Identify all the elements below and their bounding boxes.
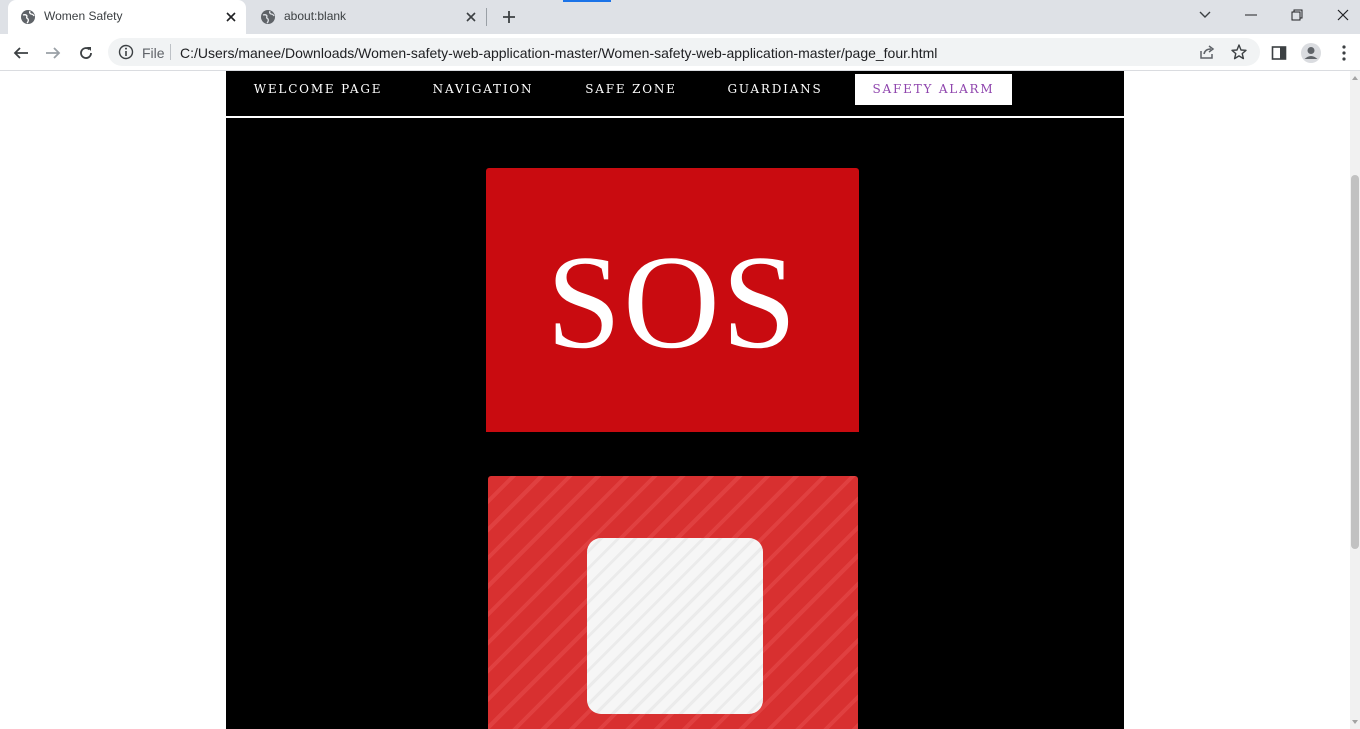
- page-viewport: WELCOME PAGE NAVIGATION SAFE ZONE GUARDI…: [0, 71, 1350, 729]
- vertical-scrollbar[interactable]: [1350, 71, 1360, 729]
- restore-icon[interactable]: [1274, 0, 1320, 30]
- sos-button[interactable]: SOS: [486, 168, 859, 432]
- scroll-down-arrow[interactable]: [1352, 720, 1358, 724]
- stop-icon: [587, 538, 763, 714]
- tab-women-safety[interactable]: Women Safety: [8, 0, 246, 34]
- tab-title: about:blank: [284, 9, 347, 23]
- scheme-label: File: [142, 45, 165, 61]
- omnibox-divider: [170, 44, 171, 60]
- info-icon[interactable]: [118, 44, 134, 60]
- scroll-up-arrow[interactable]: [1352, 76, 1358, 80]
- close-icon[interactable]: [462, 8, 480, 26]
- close-window-icon[interactable]: [1320, 0, 1360, 30]
- side-panel-icon[interactable]: [1266, 40, 1292, 66]
- back-arrow-icon[interactable]: [8, 40, 34, 66]
- address-bar[interactable]: File C:/Users/manee/Downloads/Women-safe…: [108, 38, 1260, 66]
- nav-welcome-page[interactable]: WELCOME PAGE: [234, 74, 402, 105]
- tab-title: Women Safety: [44, 9, 123, 23]
- reload-icon[interactable]: [73, 40, 99, 66]
- scrollbar-thumb[interactable]: [1351, 175, 1359, 549]
- plus-icon[interactable]: [498, 6, 520, 28]
- nav-divider: [226, 116, 1124, 118]
- page-container: WELCOME PAGE NAVIGATION SAFE ZONE GUARDI…: [226, 71, 1124, 729]
- globe-icon: [260, 9, 276, 25]
- site-nav: WELCOME PAGE NAVIGATION SAFE ZONE GUARDI…: [226, 71, 1124, 116]
- nav-navigation[interactable]: NAVIGATION: [415, 74, 551, 105]
- chevron-down-icon[interactable]: [1182, 0, 1228, 30]
- tab-strip-accent: [563, 0, 611, 2]
- minimize-icon[interactable]: [1228, 0, 1274, 30]
- tab-strip: Women Safety about:blank: [0, 0, 1360, 34]
- nav-safe-zone[interactable]: SAFE ZONE: [571, 74, 691, 105]
- tab-about-blank[interactable]: about:blank: [248, 0, 486, 34]
- sos-label: SOS: [546, 228, 799, 376]
- kebab-menu-icon[interactable]: [1331, 40, 1357, 66]
- stop-alarm-button[interactable]: [488, 476, 858, 729]
- share-icon[interactable]: [1198, 43, 1216, 61]
- profile-icon[interactable]: [1298, 40, 1324, 66]
- nav-safety-alarm[interactable]: SAFETY ALARM: [855, 74, 1012, 105]
- star-icon[interactable]: [1230, 43, 1248, 61]
- tab-separator: [486, 8, 487, 26]
- browser-toolbar: File C:/Users/manee/Downloads/Women-safe…: [0, 34, 1360, 71]
- close-icon[interactable]: [222, 8, 240, 26]
- url-text[interactable]: C:/Users/manee/Downloads/Women-safety-we…: [180, 45, 937, 61]
- globe-icon: [20, 9, 36, 25]
- nav-guardians[interactable]: GUARDIANS: [712, 74, 838, 105]
- forward-arrow-icon[interactable]: [40, 40, 66, 66]
